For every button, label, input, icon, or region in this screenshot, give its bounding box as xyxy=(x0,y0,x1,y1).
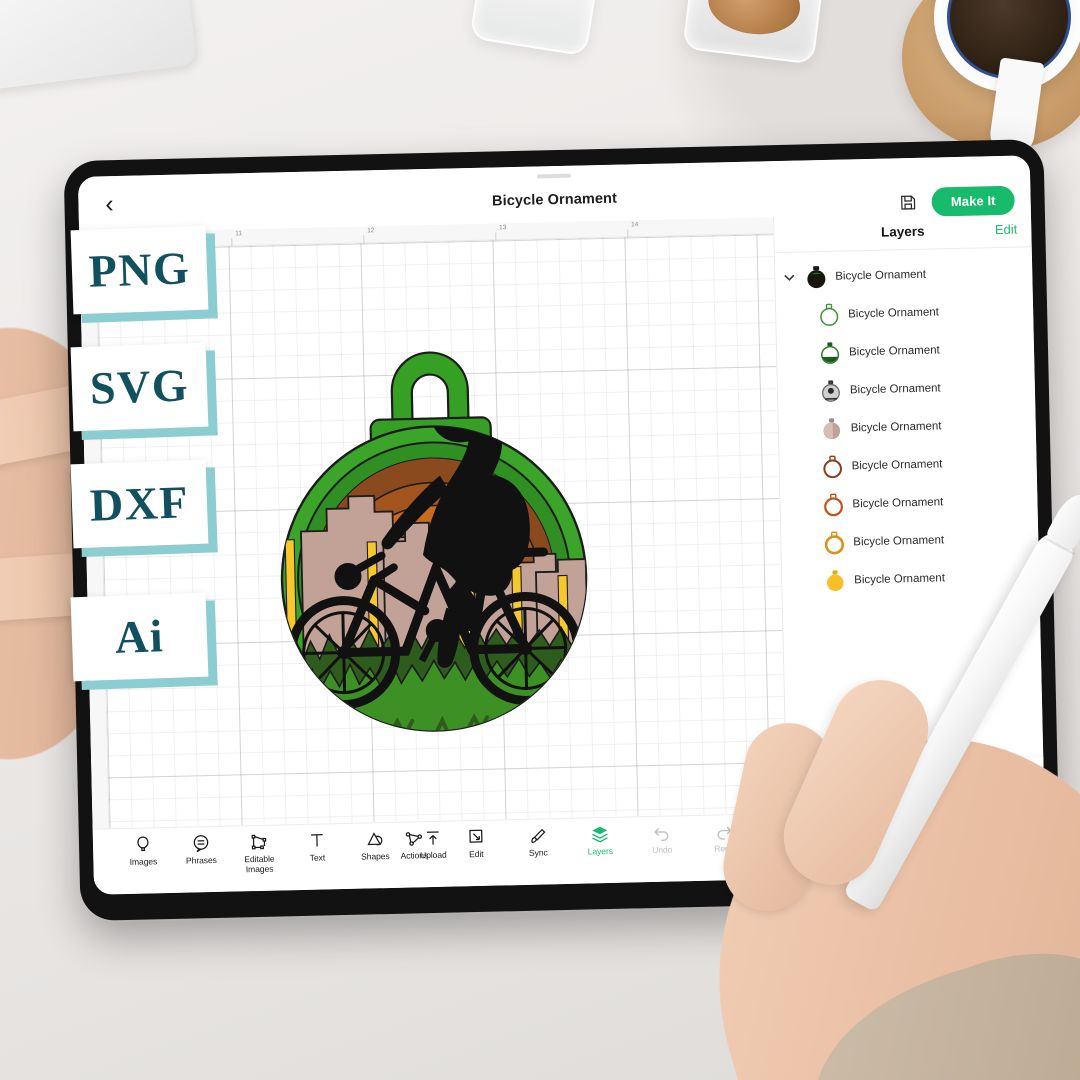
actions-nodes-icon xyxy=(405,832,423,846)
layer-label: Bicycle Ornament xyxy=(835,268,927,283)
layer-row[interactable]: Bicycle Ornament xyxy=(776,291,1034,335)
ruler-tick: 12 xyxy=(367,227,375,235)
laptop-corner xyxy=(0,0,197,95)
tool-label: Phrases xyxy=(185,854,217,866)
layers-stack-icon[interactable] xyxy=(999,775,1018,794)
tool-undo[interactable]: Undo xyxy=(634,822,691,856)
layers-panel-title: Layers xyxy=(880,223,925,240)
layer-thumbnail-detail-gray xyxy=(822,380,840,402)
layer-label: Bicycle Ornament xyxy=(848,344,940,359)
glass-jar xyxy=(469,0,605,57)
tool-phrases[interactable]: Phrases xyxy=(173,833,230,877)
layer-row-parent[interactable]: Bicycle Ornament xyxy=(775,253,1033,297)
cork-lid-jar xyxy=(682,0,830,65)
tool-edit[interactable]: Edit xyxy=(448,826,505,860)
format-badge-label: SVG xyxy=(89,359,190,414)
layer-label: Bicycle Ornament xyxy=(849,382,941,397)
tool-label: Layers xyxy=(587,845,614,857)
layer-thumbnail-solid-mauve xyxy=(823,418,841,440)
tool-label: Edit xyxy=(468,848,484,860)
ruler-tick: 14 xyxy=(631,221,639,229)
format-badge-svg: SVG xyxy=(70,342,209,432)
layers-stack-icon xyxy=(592,826,608,843)
drag-grabber[interactable] xyxy=(536,173,572,179)
format-badge-label: Ai xyxy=(114,610,165,663)
make-it-button[interactable]: Make It xyxy=(931,185,1015,217)
layer-label: Bicycle Ornament xyxy=(851,458,943,473)
layer-label: Bicycle Ornament xyxy=(852,496,944,511)
tool-images[interactable]: Images xyxy=(115,834,172,878)
format-badge-label: DXF xyxy=(89,476,190,531)
format-badge-png: PNG xyxy=(70,225,209,315)
tool-label: Undo xyxy=(652,844,673,856)
layer-thumbnail-outline-orange xyxy=(824,493,843,517)
shapes-triangle-icon xyxy=(367,832,383,846)
format-badge-ai: Ai xyxy=(70,592,209,682)
layers-panel-header: Layers Edit xyxy=(773,211,1032,254)
format-badge-dxf: DXF xyxy=(70,459,209,549)
layer-thumbnail-outline-amber xyxy=(824,531,845,555)
tool-label: Editable Images xyxy=(244,853,275,874)
tool-layers[interactable]: Layers xyxy=(572,824,629,858)
layer-thumbnail-outline-darkbrown xyxy=(823,455,842,479)
layer-row[interactable]: Bicycle Ornament xyxy=(782,557,1040,601)
tool-editable-images[interactable]: Editable Images xyxy=(231,831,288,875)
layer-row[interactable]: Bicycle Ornament xyxy=(778,405,1036,449)
layer-label: Bicycle Ornament xyxy=(853,534,945,549)
gear-settings-icon[interactable] xyxy=(1000,808,1019,827)
chevron-down-icon[interactable] xyxy=(781,270,797,286)
tool-sync[interactable]: Sync xyxy=(510,825,567,859)
tool-label: Images xyxy=(129,856,158,867)
floppy-disk-save-icon[interactable] xyxy=(899,193,918,212)
ruler-tick: 13 xyxy=(499,224,507,232)
tool-actions[interactable]: Actions xyxy=(386,828,443,862)
layer-label: Bicycle Ornament xyxy=(848,306,940,321)
layer-row[interactable]: Bicycle Ornament xyxy=(779,443,1037,487)
format-badge-label: PNG xyxy=(87,242,192,297)
edit-tools-group: Actions Edit Sync Layers Undo Redo xyxy=(386,821,753,862)
editable-images-node-icon xyxy=(251,834,267,850)
layer-row[interactable]: Bicycle Ornament xyxy=(781,519,1039,563)
undo-arrow-icon xyxy=(654,828,669,841)
layer-thumbnail-half-green xyxy=(821,342,840,364)
phrases-speech-bubble-icon xyxy=(193,835,209,853)
layer-row[interactable]: Bicycle Ornament xyxy=(777,367,1035,411)
sync-brush-icon xyxy=(531,828,546,844)
layer-row[interactable]: Bicycle Ornament xyxy=(777,329,1035,373)
top-bar-actions: Make It xyxy=(899,185,1015,218)
layer-row[interactable]: Bicycle Ornament xyxy=(780,481,1038,525)
tool-text[interactable]: Text xyxy=(289,830,346,874)
layer-thumbnail-outline-green xyxy=(820,303,839,326)
layer-thumbnail-composite xyxy=(807,266,826,289)
right-side-panel-stub[interactable]: ngs xyxy=(971,757,1046,869)
tool-label: Sync xyxy=(528,847,548,858)
tool-label: Actions xyxy=(400,850,429,861)
layer-label: Bicycle Ornament xyxy=(854,572,946,587)
layer-label: Bicycle Ornament xyxy=(850,420,942,435)
tool-label: Text xyxy=(309,852,326,863)
ruler-tick: 11 xyxy=(235,230,243,238)
images-balloon-icon xyxy=(137,836,149,852)
right-stub-label: ngs xyxy=(1003,840,1017,851)
layers-edit-button[interactable]: Edit xyxy=(995,222,1018,238)
page-title: Bicycle Ornament xyxy=(491,190,618,210)
layer-thumbnail-solid-yellow xyxy=(826,570,844,592)
ornament-artwork[interactable] xyxy=(217,274,648,753)
edit-cursor-icon xyxy=(469,829,483,843)
text-t-icon xyxy=(311,834,323,847)
